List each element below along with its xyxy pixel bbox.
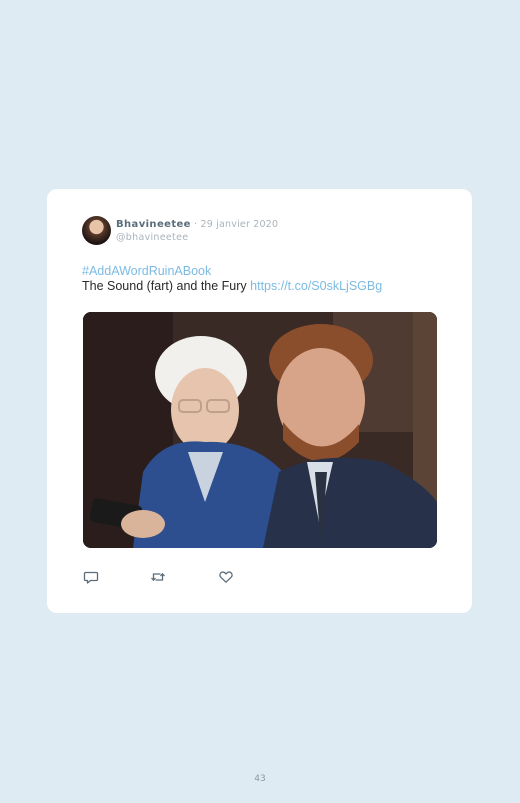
tweet-card: Bhavineetee · 29 janvier 2020 @bhavineet…	[47, 189, 472, 613]
author-handle[interactable]: @bhavineetee	[116, 232, 188, 244]
header-separator: ·	[194, 219, 198, 230]
page-number: 43	[254, 774, 266, 784]
like-icon[interactable]	[218, 569, 234, 585]
media-illustration	[83, 312, 437, 548]
tweet-date: 29 janvier 2020	[200, 219, 279, 230]
avatar[interactable]	[82, 216, 111, 245]
author-name[interactable]: Bhavineetee	[116, 219, 191, 230]
hashtag-link[interactable]: #AddAWordRuinABook	[82, 264, 211, 279]
reply-icon[interactable]	[83, 569, 99, 585]
tweet-actions	[83, 569, 283, 585]
tweet-text: The Sound (fart) and the Fury	[82, 279, 247, 293]
tweet-media-image[interactable]	[83, 312, 437, 548]
tweet-header: Bhavineetee · 29 janvier 2020	[116, 219, 278, 231]
retweet-icon[interactable]	[150, 569, 166, 585]
tweet-text-line: The Sound (fart) and the Fury https://t.…	[82, 279, 382, 294]
tweet-url-link[interactable]: https://t.co/S0skLjSGBg	[250, 279, 382, 293]
